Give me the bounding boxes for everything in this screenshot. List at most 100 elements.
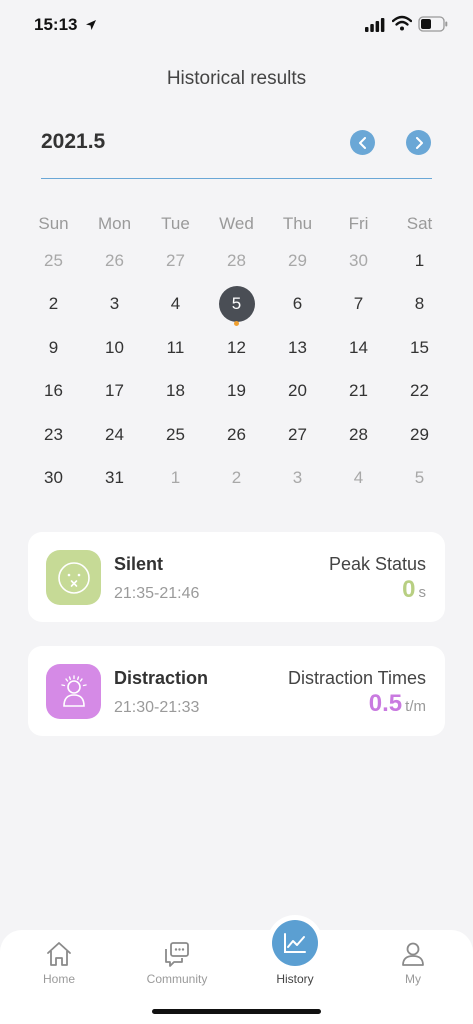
calendar-day[interactable]: 27 (145, 239, 206, 283)
calendar-day-number: 1 (414, 250, 425, 270)
record-stat-value: 0.5 (368, 690, 403, 717)
calendar-day[interactable]: 8 (389, 283, 450, 327)
tab-label: Community (146, 972, 208, 986)
calendar-day[interactable]: 28 (206, 239, 267, 283)
tab-label: My (405, 972, 421, 986)
calendar-day-number: 4 (170, 294, 181, 314)
calendar-day-number: 27 (288, 424, 307, 444)
status-time: 15:13 (34, 15, 78, 34)
record-time: 21:30-21:33 (114, 699, 200, 716)
weekday-header: Sun Mon Tue Wed Thu Fri Sat (23, 214, 450, 234)
calendar-day-number: 2 (231, 468, 242, 488)
calendar-day[interactable]: 30 (23, 457, 84, 501)
calendar-day-number: 29 (288, 250, 307, 270)
history-tab-button[interactable] (272, 920, 318, 966)
calendar-day[interactable]: 11 (145, 326, 206, 370)
calendar-day[interactable]: 29 (389, 413, 450, 457)
record-card-distraction[interactable]: Distraction 21:30-21:33 Distraction Time… (28, 646, 445, 736)
calendar-day[interactable]: 19 (206, 370, 267, 414)
record-time: 21:35-21:46 (114, 585, 200, 602)
calendar-day[interactable]: 12 (206, 326, 267, 370)
calendar-day[interactable]: 7 (328, 283, 389, 327)
calendar-day[interactable]: 28 (328, 413, 389, 457)
calendar-day-number: 16 (44, 381, 63, 401)
person-icon (373, 938, 453, 970)
calendar-day[interactable]: 5 (389, 457, 450, 501)
calendar-day[interactable]: 18 (145, 370, 206, 414)
calendar-day[interactable]: 2 (206, 457, 267, 501)
weekday-label: Mon (97, 214, 132, 233)
month-divider (41, 178, 432, 179)
calendar-day[interactable]: 1 (389, 239, 450, 283)
calendar-day[interactable]: 25 (145, 413, 206, 457)
tab-label: Home (42, 972, 75, 986)
calendar-day-number: 21 (349, 381, 368, 401)
record-stat-label: Distraction Times (287, 668, 426, 688)
calendar-day-number: 31 (105, 468, 124, 488)
calendar-day-number: 5 (218, 286, 255, 323)
weekday-label: Thu (282, 214, 313, 233)
calendar-day[interactable]: 4 (328, 457, 389, 501)
calendar-day[interactable]: 25 (23, 239, 84, 283)
calendar-day[interactable]: 13 (267, 326, 328, 370)
calendar-day-number: 11 (166, 337, 185, 357)
calendar-day[interactable]: 22 (389, 370, 450, 414)
chevron-right-icon (415, 136, 423, 149)
calendar-day-number: 2 (48, 294, 59, 314)
tab-my[interactable]: My (373, 938, 453, 986)
distracted-person-icon (46, 664, 101, 719)
calendar-day[interactable]: 31 (84, 457, 145, 501)
record-card-silent[interactable]: Silent 21:35-21:46 Peak Status 0s (28, 532, 445, 622)
calendar-day[interactable]: 30 (328, 239, 389, 283)
calendar-day-number: 14 (349, 337, 368, 357)
previous-month-button[interactable] (350, 130, 375, 155)
calendar-day[interactable]: 23 (23, 413, 84, 457)
calendar-day-number: 19 (227, 381, 246, 401)
calendar-day[interactable]: 4 (145, 283, 206, 327)
wifi-icon (391, 15, 413, 36)
calendar-day[interactable]: 1 (145, 457, 206, 501)
calendar-day[interactable]: 14 (328, 326, 389, 370)
calendar-day[interactable]: 26 (206, 413, 267, 457)
record-stat-unit: s (418, 584, 427, 601)
calendar-day-number: 7 (353, 294, 364, 314)
next-month-button[interactable] (406, 130, 431, 155)
calendar-day[interactable]: 15 (389, 326, 450, 370)
calendar-day-number: 15 (410, 337, 429, 357)
home-indicator (152, 1009, 321, 1014)
calendar-day[interactable]: 2 (23, 283, 84, 327)
record-stat: 0.5 t/m (369, 690, 426, 718)
calendar-day[interactable]: 6 (267, 283, 328, 327)
record-name: Silent (114, 554, 164, 574)
calendar-day[interactable]: 21 (328, 370, 389, 414)
tab-community[interactable]: Community (137, 938, 217, 986)
calendar-day[interactable]: 26 (84, 239, 145, 283)
calendar-day-number: 4 (353, 468, 364, 488)
battery-icon (418, 16, 448, 37)
calendar-day-number: 28 (227, 250, 246, 270)
calendar-day-selected[interactable]: 5 (206, 283, 267, 326)
calendar-day[interactable]: 24 (84, 413, 145, 457)
calendar-day-number: 30 (44, 468, 63, 488)
calendar-day-number: 24 (105, 424, 124, 444)
calendar-day[interactable]: 16 (23, 370, 84, 414)
calendar-day[interactable]: 27 (267, 413, 328, 457)
calendar-day-number: 5 (414, 468, 425, 488)
calendar-day[interactable]: 20 (267, 370, 328, 414)
calendar-day[interactable]: 29 (267, 239, 328, 283)
calendar-day-number: 23 (44, 424, 63, 444)
calendar-day-number: 9 (48, 337, 59, 357)
weekday-label: Fri (348, 214, 369, 233)
calendar-grid: 25 26 27 28 29 30 1 2 3 4 5 6 7 8 9 10 11 12 13 14 15 16 17 18 1… (23, 239, 450, 500)
calendar-day-number: 22 (410, 381, 429, 401)
calendar-day[interactable]: 3 (84, 283, 145, 327)
calendar-day[interactable]: 9 (23, 326, 84, 370)
calendar-day-number: 26 (105, 250, 124, 270)
home-icon (19, 938, 99, 970)
tab-home[interactable]: Home (19, 938, 99, 986)
calendar-day[interactable]: 3 (267, 457, 328, 501)
calendar-day[interactable]: 17 (84, 370, 145, 414)
chevron-left-icon (358, 136, 366, 149)
record-stat-value: 0 (402, 576, 416, 603)
calendar-day[interactable]: 10 (84, 326, 145, 370)
